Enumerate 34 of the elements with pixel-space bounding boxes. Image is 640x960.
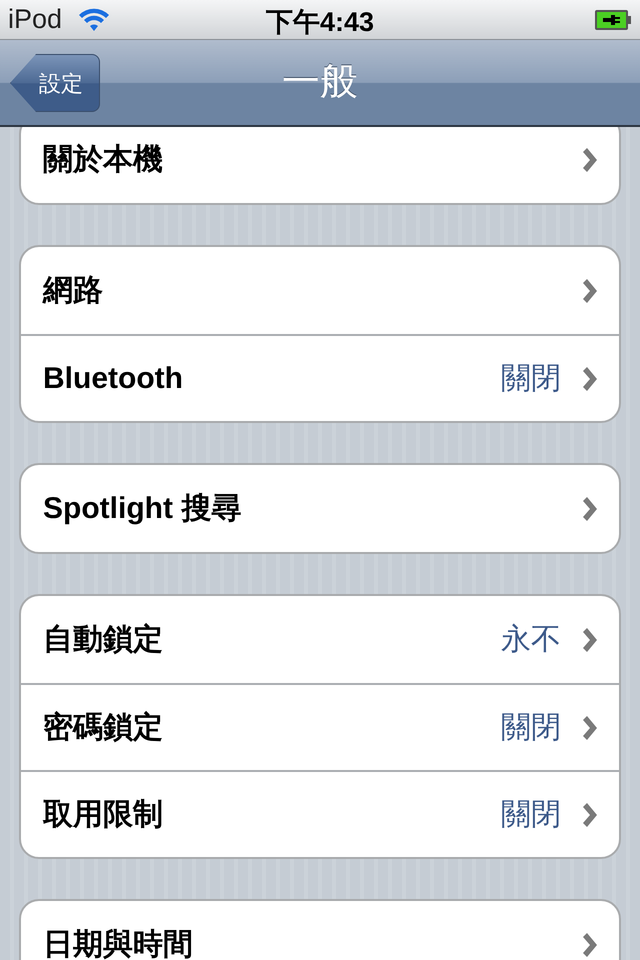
settings-row[interactable]: 關於本機: [21, 127, 619, 203]
row-value: 永不: [501, 622, 561, 658]
chevron-icon: [581, 628, 597, 652]
row-label: 網路: [43, 273, 103, 309]
chevron-icon: [581, 802, 597, 826]
chevron-icon: [581, 148, 597, 172]
row-label: 日期與時間: [43, 927, 193, 960]
row-label: 密碼鎖定: [43, 710, 163, 746]
back-button[interactable]: 設定: [10, 54, 100, 112]
row-label: 關於本機: [43, 142, 163, 178]
row-value: 關閉: [501, 797, 561, 833]
settings-row[interactable]: 自動鎖定 永不: [21, 596, 619, 683]
row-value: 關閉: [501, 710, 561, 746]
settings-row[interactable]: 密碼鎖定 關閉: [21, 683, 619, 770]
settings-row[interactable]: Spotlight 搜尋: [21, 465, 619, 552]
settings-row[interactable]: 日期與時間: [21, 901, 619, 960]
chevron-icon: [581, 278, 597, 302]
row-label: Bluetooth: [43, 361, 183, 397]
settings-row[interactable]: 網路: [21, 247, 619, 334]
nav-title: 一般: [282, 60, 358, 105]
chevron-icon: [581, 366, 597, 390]
chevron-icon: [581, 716, 597, 740]
wifi-icon: [78, 8, 110, 32]
battery-icon: [594, 8, 632, 30]
settings-row[interactable]: Bluetooth 關閉: [21, 334, 619, 421]
carrier-label: iPod: [8, 3, 62, 36]
row-label: 取用限制: [43, 797, 163, 833]
row-value: 關閉: [501, 361, 561, 397]
chevron-icon: [581, 932, 597, 956]
row-label: Spotlight 搜尋: [43, 491, 242, 527]
row-label: 自動鎖定: [43, 622, 163, 658]
settings-row[interactable]: 取用限制 關閉: [21, 770, 619, 857]
chevron-icon: [581, 496, 597, 520]
clock-time: 下午4:43: [266, 6, 374, 39]
